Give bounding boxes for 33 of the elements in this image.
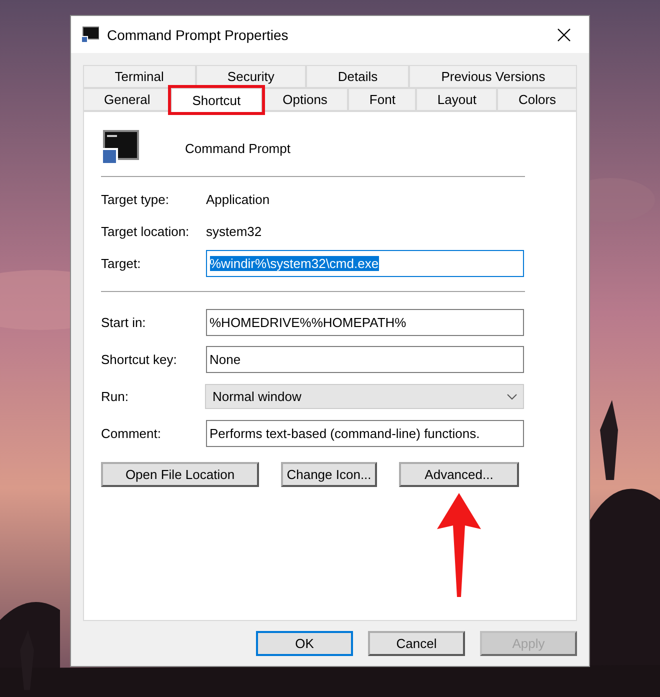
- input-field[interactable]: %HOMEDRIVE%%HOMEPATH%: [206, 309, 524, 336]
- input-field[interactable]: None: [206, 346, 524, 373]
- field-label: Shortcut key:: [101, 352, 178, 367]
- tab[interactable]: Details: [306, 65, 410, 88]
- field-label: Target:: [101, 256, 142, 270]
- tab[interactable]: Layout: [416, 88, 498, 111]
- field-label: Start in:: [101, 315, 147, 330]
- action-button[interactable]: Change Icon...: [281, 462, 377, 487]
- window-title: Command Prompt Properties: [107, 26, 290, 42]
- field-value: Application: [206, 192, 270, 206]
- shortcut-name: Command Prompt: [185, 140, 290, 156]
- tab[interactable]: Colors: [497, 88, 578, 111]
- tab[interactable]: Security: [196, 65, 306, 88]
- tab[interactable]: Font: [348, 88, 416, 111]
- action-button[interactable]: Advanced...: [399, 462, 519, 487]
- console-icon: [81, 26, 99, 44]
- console-icon: [101, 130, 139, 166]
- field-label: Target location:: [101, 224, 190, 238]
- run-dropdown[interactable]: Normal window: [205, 384, 524, 409]
- field-value: system32: [206, 224, 262, 238]
- action-button[interactable]: Open File Location: [101, 462, 259, 487]
- input-field[interactable]: Performs text-based (command-line) functions.: [206, 420, 524, 447]
- field-label: Run:: [101, 389, 130, 404]
- close-icon: [557, 28, 571, 42]
- chevron-icon: [507, 394, 517, 400]
- dialog-button[interactable]: OK: [256, 631, 353, 656]
- dialog-button[interactable]: Cancel: [368, 631, 465, 656]
- target-field[interactable]: %windir%\system32\cmd.exe: [206, 250, 524, 276]
- field-label: Target type:: [101, 192, 170, 206]
- tab[interactable]: Shortcut: [171, 88, 262, 112]
- tab[interactable]: Previous Versions: [409, 65, 578, 88]
- field-label: Comment:: [101, 426, 162, 441]
- tab[interactable]: Terminal: [83, 65, 196, 88]
